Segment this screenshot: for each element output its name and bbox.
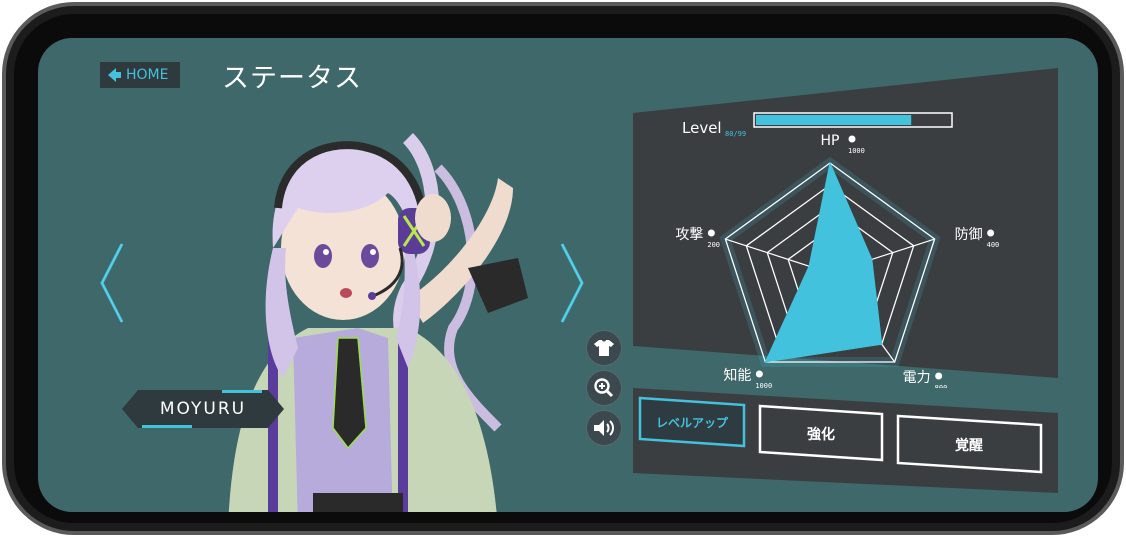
outfit-button[interactable] [586, 330, 622, 366]
awaken-button[interactable]: 覚醒 [896, 414, 1043, 474]
pencil-icon [755, 370, 763, 378]
sword-icon [707, 229, 715, 237]
voice-button[interactable] [586, 410, 622, 446]
character-name-plate: MOYURU [122, 390, 284, 428]
phone-mockup: HOME ステータス MOYURU Level 80/99 HP 1000 防御… [0, 0, 1126, 537]
home-label: HOME [126, 67, 169, 83]
enhance-label: 強化 [807, 426, 835, 443]
stat-value-defense: 400 [987, 241, 1000, 249]
stat-label-power: 電力 [903, 370, 931, 386]
zoom-in-icon [594, 378, 614, 398]
stat-value-attack: 200 [707, 241, 720, 249]
level-bar-fill [756, 115, 912, 125]
shirt-icon [594, 340, 614, 356]
home-arrow-icon [108, 68, 121, 82]
status-panel: Level 80/99 HP1000防御400電力800知能1000攻撃200 [633, 68, 1058, 388]
page-title: ステータス [222, 63, 362, 94]
stat-label-defense: 防御 [955, 227, 983, 243]
zoom-button[interactable] [586, 370, 622, 406]
level-up-label: レベルアップ [656, 415, 729, 430]
level-up-button[interactable]: レベルアップ [638, 396, 746, 448]
level-value: 80/99 [725, 130, 746, 138]
home-button[interactable]: HOME [100, 62, 180, 88]
lightning-icon [935, 372, 943, 380]
stat-label-attack: 攻撃 [675, 227, 703, 243]
stat-value-hp: 1000 [848, 147, 865, 155]
character-illustration [228, 133, 528, 512]
action-bar: レベルアップ 強化 覚醒 [633, 388, 1058, 493]
enhance-button[interactable]: 強化 [758, 404, 884, 462]
character-name: MOYURU [159, 399, 247, 419]
stat-label-intel: 知能 [723, 367, 751, 384]
speaker-icon [594, 420, 614, 436]
game-screen: HOME ステータス MOYURU Level 80/99 HP 1000 防御… [38, 38, 1098, 512]
stat-label-hp: HP [821, 133, 840, 149]
plus-icon [848, 135, 856, 143]
shield-icon [987, 229, 995, 237]
level-label: Level [682, 119, 722, 137]
awaken-label: 覚醒 [955, 437, 983, 454]
